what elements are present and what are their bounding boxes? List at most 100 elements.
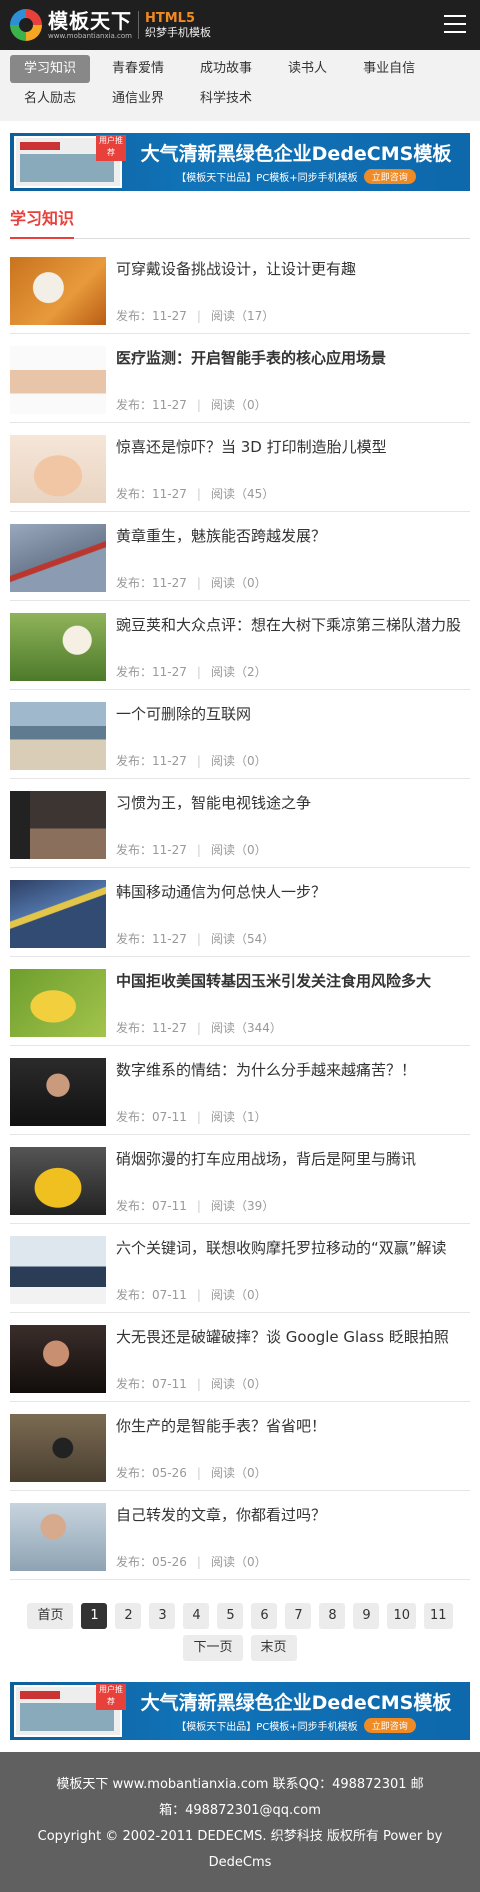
banner-consult-button[interactable]: 立即咨询 [363,168,416,184]
article-title[interactable]: 你生产的是智能手表？省省吧！ [116,1414,470,1462]
article-title[interactable]: 豌豆荚和大众点评：想在大树下乘凉第三梯队潜力股 [116,613,470,661]
read-count: 0 [246,397,255,412]
article-thumbnail[interactable] [10,1325,106,1393]
site-logo[interactable]: 模板天下 www.mobantianxia.com HTML5 织梦手机模板 [10,9,211,41]
read-count: 39 [246,1198,263,1213]
article-title[interactable]: 六个关键词，联想收购摩托罗拉移动的“双赢”解读 [116,1236,470,1284]
article-thumbnail[interactable] [10,346,106,414]
article-thumbnail[interactable] [10,435,106,503]
meta-divider: | [196,1465,201,1480]
article-thumbnail[interactable] [10,257,106,325]
nav-item-3[interactable]: 读书人 [274,55,341,83]
pager-next-button[interactable]: 下一页 [183,1635,243,1661]
list-item[interactable]: 可穿戴设备挑战设计，让设计更有趣 发布： 11-27 | 阅读（ 17） [10,245,470,334]
article-thumbnail[interactable] [10,1058,106,1126]
article-title[interactable]: 大无畏还是破罐破摔？谈 Google Glass 眨眼拍照 [116,1325,470,1373]
meta-divider: | [196,931,201,946]
promo-banner-bottom[interactable]: 用户推荐 大气清新黑绿色企业DedeCMS模板 【模板天下出品】PC模板+同步手… [10,1682,470,1740]
pager-page-3[interactable]: 3 [149,1603,176,1629]
nav-item-1[interactable]: 青春爱情 [98,55,178,83]
pager-page-9[interactable]: 9 [353,1603,380,1629]
article-meta: 发布： 11-27 | 阅读（ 0） [116,841,267,858]
article-title[interactable]: 韩国移动通信为何总快人一步？ [116,880,470,928]
promo-banner[interactable]: 用户推荐 大气清新黑绿色企业DedeCMS模板 【模板天下出品】PC模板+同步手… [10,133,470,191]
logo-subtitle: 织梦手机模板 [145,25,211,39]
nav-item-4[interactable]: 事业自信 [349,55,429,83]
article-title[interactable]: 一个可删除的互联网 [116,702,470,750]
read-label-end: ） [262,932,275,946]
list-item[interactable]: 自己转发的文章，你都看过吗？ 发布： 05-26 | 阅读（ 0） [10,1491,470,1580]
read-count: 54 [246,931,263,946]
logo-divider [138,11,139,39]
published-label: 发布： [116,398,153,412]
read-label-end: ） [254,1555,267,1569]
article-title[interactable]: 自己转发的文章，你都看过吗？ [116,1503,470,1551]
pager-page-6[interactable]: 6 [251,1603,278,1629]
article-title[interactable]: 可穿戴设备挑战设计，让设计更有趣 [116,257,470,305]
list-item[interactable]: 惊喜还是惊吓？当 3D 打印制造胎儿模型 发布： 11-27 | 阅读（ 45） [10,423,470,512]
list-item[interactable]: 数字维系的情结：为什么分手越来越痛苦？！ 发布： 07-11 | 阅读（ 1） [10,1046,470,1135]
read-label-end: ） [254,1377,267,1391]
article-thumbnail[interactable] [10,702,106,770]
list-item[interactable]: 黄章重生，魅族能否跨越发展？ 发布： 11-27 | 阅读（ 0） [10,512,470,601]
article-meta: 发布： 07-11 | 阅读（ 0） [116,1286,267,1303]
banner-badge: 用户推荐 [96,135,126,161]
nav-item-2[interactable]: 成功故事 [186,55,266,83]
pager-page-10[interactable]: 10 [387,1603,416,1629]
read-count: 344 [246,1020,270,1035]
article-thumbnail[interactable] [10,1414,106,1482]
pager-page-4[interactable]: 4 [183,1603,210,1629]
read-label-end: ） [254,754,267,768]
article-thumbnail[interactable] [10,969,106,1037]
list-item[interactable]: 中国拒收美国转基因玉米引发关注食用风险多大 发布： 11-27 | 阅读（ 344） [10,957,470,1046]
published-date: 05-26 [152,1554,187,1569]
pager-page-11[interactable]: 11 [424,1603,453,1629]
meta-divider: | [196,1020,201,1035]
article-thumbnail[interactable] [10,1236,106,1304]
hamburger-menu-icon[interactable] [444,15,466,33]
read-label-end: ） [254,1110,267,1124]
footer-contact: 模板天下 www.mobantianxia.com 联系QQ：498872301… [56,1777,424,1792]
article-title[interactable]: 中国拒收美国转基因玉米引发关注食用风险多大 [116,969,470,1017]
read-count: 0 [246,1287,255,1302]
list-item[interactable]: 硝烟弥漫的打车应用战场，背后是阿里与腾讯 发布： 07-11 | 阅读（ 39） [10,1135,470,1224]
list-item[interactable]: 大无畏还是破罐破摔？谈 Google Glass 眨眼拍照 发布： 07-11 | 阅读… [10,1313,470,1402]
list-item[interactable]: 六个关键词，联想收购摩托罗拉移动的“双赢”解读发布： 07-11 | 阅读（ 0） [10,1224,470,1313]
banner-subtitle: 【模板天下出品】PC模板+同步手机模板 [176,172,358,184]
nav-item-6[interactable]: 通信业界 [98,85,178,113]
article-thumbnail[interactable] [10,880,106,948]
article-title[interactable]: 黄章重生，魅族能否跨越发展？ [116,524,470,572]
nav-item-0[interactable]: 学习知识 [10,55,91,83]
published-label: 发布： [116,754,153,768]
nav-item-7[interactable]: 科学技术 [186,85,266,113]
pager-page-5[interactable]: 5 [217,1603,244,1629]
read-count: 17 [246,308,263,323]
list-item[interactable]: 韩国移动通信为何总快人一步？ 发布： 11-27 | 阅读（ 54） [10,868,470,957]
pager-page-2[interactable]: 2 [115,1603,142,1629]
pager-page-8[interactable]: 8 [319,1603,346,1629]
article-thumbnail[interactable] [10,791,106,859]
list-item[interactable]: 医疗监测：开启智能手表的核心应用场景 发布： 11-27 | 阅读（ 0） [10,334,470,423]
pager-first-button[interactable]: 首页 [27,1603,74,1629]
article-title[interactable]: 数字维系的情结：为什么分手越来越痛苦？！ [116,1058,470,1106]
article-title[interactable]: 医疗监测：开启智能手表的核心应用场景 [116,346,470,394]
article-title[interactable]: 习惯为王，智能电视钱途之争 [116,791,470,839]
published-date: 07-11 [152,1287,187,1302]
article-meta: 发布： 05-26 | 阅读（ 0） [116,1464,267,1481]
article-title[interactable]: 惊喜还是惊吓？当 3D 打印制造胎儿模型 [116,435,470,483]
banner-consult-button[interactable]: 立即咨询 [363,1717,416,1733]
list-item[interactable]: 豌豆荚和大众点评：想在大树下乘凉第三梯队潜力股 发布： 11-27 | 阅读（ 2） [10,601,470,690]
article-thumbnail[interactable] [10,1147,106,1215]
pager-page-1[interactable]: 1 [81,1603,108,1629]
pager-last-button[interactable]: 末页 [250,1635,297,1661]
list-item[interactable]: 你生产的是智能手表？省省吧！ 发布： 05-26 | 阅读（ 0） [10,1402,470,1491]
article-thumbnail[interactable] [10,613,106,681]
pager-page-7[interactable]: 7 [285,1603,312,1629]
list-item[interactable]: 习惯为王，智能电视钱途之争发布： 11-27 | 阅读（ 0） [10,779,470,868]
article-meta: 发布： 11-27 | 阅读（ 0） [116,574,267,591]
list-item[interactable]: 一个可删除的互联网 发布： 11-27 | 阅读（ 0） [10,690,470,779]
article-thumbnail[interactable] [10,524,106,592]
nav-item-5[interactable]: 名人励志 [10,85,90,113]
article-title[interactable]: 硝烟弥漫的打车应用战场，背后是阿里与腾讯 [116,1147,470,1195]
article-thumbnail[interactable] [10,1503,106,1571]
